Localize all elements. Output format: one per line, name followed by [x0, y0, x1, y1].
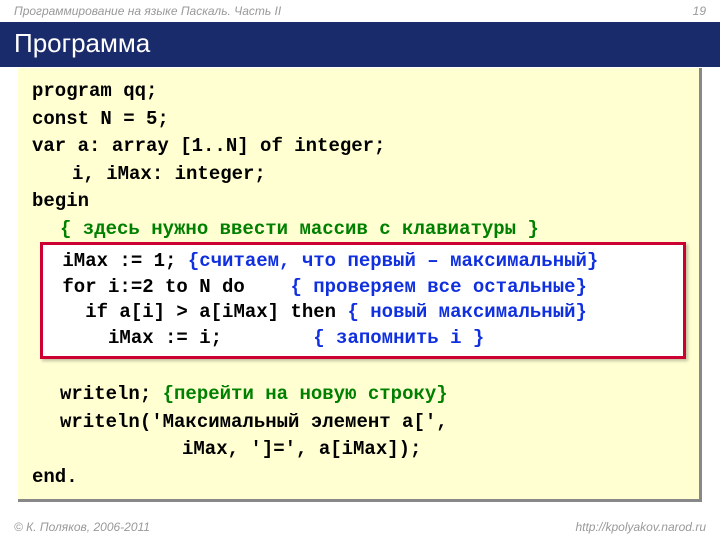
- footer: © К. Поляков, 2006-2011 http://kpolyakov…: [0, 514, 720, 540]
- code-text: if a[i] > a[iMax] then: [51, 301, 347, 323]
- top-bar: Программирование на языке Паскаль. Часть…: [0, 0, 720, 22]
- code-line: begin: [32, 188, 685, 216]
- footer-url: http://kpolyakov.narod.ru: [575, 520, 706, 534]
- code-comment: { запомнить i }: [313, 327, 484, 349]
- copyright: © К. Поляков, 2006-2011: [14, 520, 150, 534]
- code-line: var a: array [1..N] of integer;: [32, 133, 685, 161]
- page-number: 19: [693, 4, 706, 18]
- highlight-box: iMax := 1; {считаем, что первый – максим…: [40, 242, 686, 359]
- overlay-line: if a[i] > a[iMax] then { новый максималь…: [51, 300, 675, 326]
- course-title: Программирование на языке Паскаль. Часть…: [14, 4, 281, 18]
- code-comment: {считаем, что первый – максимальный}: [188, 250, 598, 272]
- code-text: writeln;: [60, 383, 163, 405]
- code-line: i, iMax: integer;: [32, 161, 685, 189]
- code-line: iMax, ']=', a[iMax]);: [32, 436, 685, 464]
- overlay-line: iMax := i; { запомнить i }: [51, 326, 675, 352]
- code-comment: { здесь нужно ввести массив с клавиатуры…: [32, 216, 685, 244]
- overlay-line: iMax := 1; {считаем, что первый – максим…: [51, 249, 675, 275]
- slide-title: Программа: [0, 22, 720, 67]
- code-comment: { проверяем все остальные}: [290, 276, 586, 298]
- code-line: const N = 5;: [32, 106, 685, 134]
- code-comment: {перейти на новую строку}: [163, 383, 448, 405]
- code-line: end.: [32, 464, 685, 492]
- slide: Программирование на языке Паскаль. Часть…: [0, 0, 720, 540]
- code-line: program qq;: [32, 78, 685, 106]
- code-text: iMax := 1;: [51, 250, 188, 272]
- code-comment: { новый максимальный}: [347, 301, 586, 323]
- code-line: writeln; {перейти на новую строку}: [32, 381, 685, 409]
- code-line: writeln('Максимальный элемент a[',: [32, 409, 685, 437]
- code-text: for i:=2 to N do: [51, 276, 290, 298]
- overlay-line: for i:=2 to N do { проверяем все остальн…: [51, 275, 675, 301]
- code-text: iMax := i;: [51, 327, 313, 349]
